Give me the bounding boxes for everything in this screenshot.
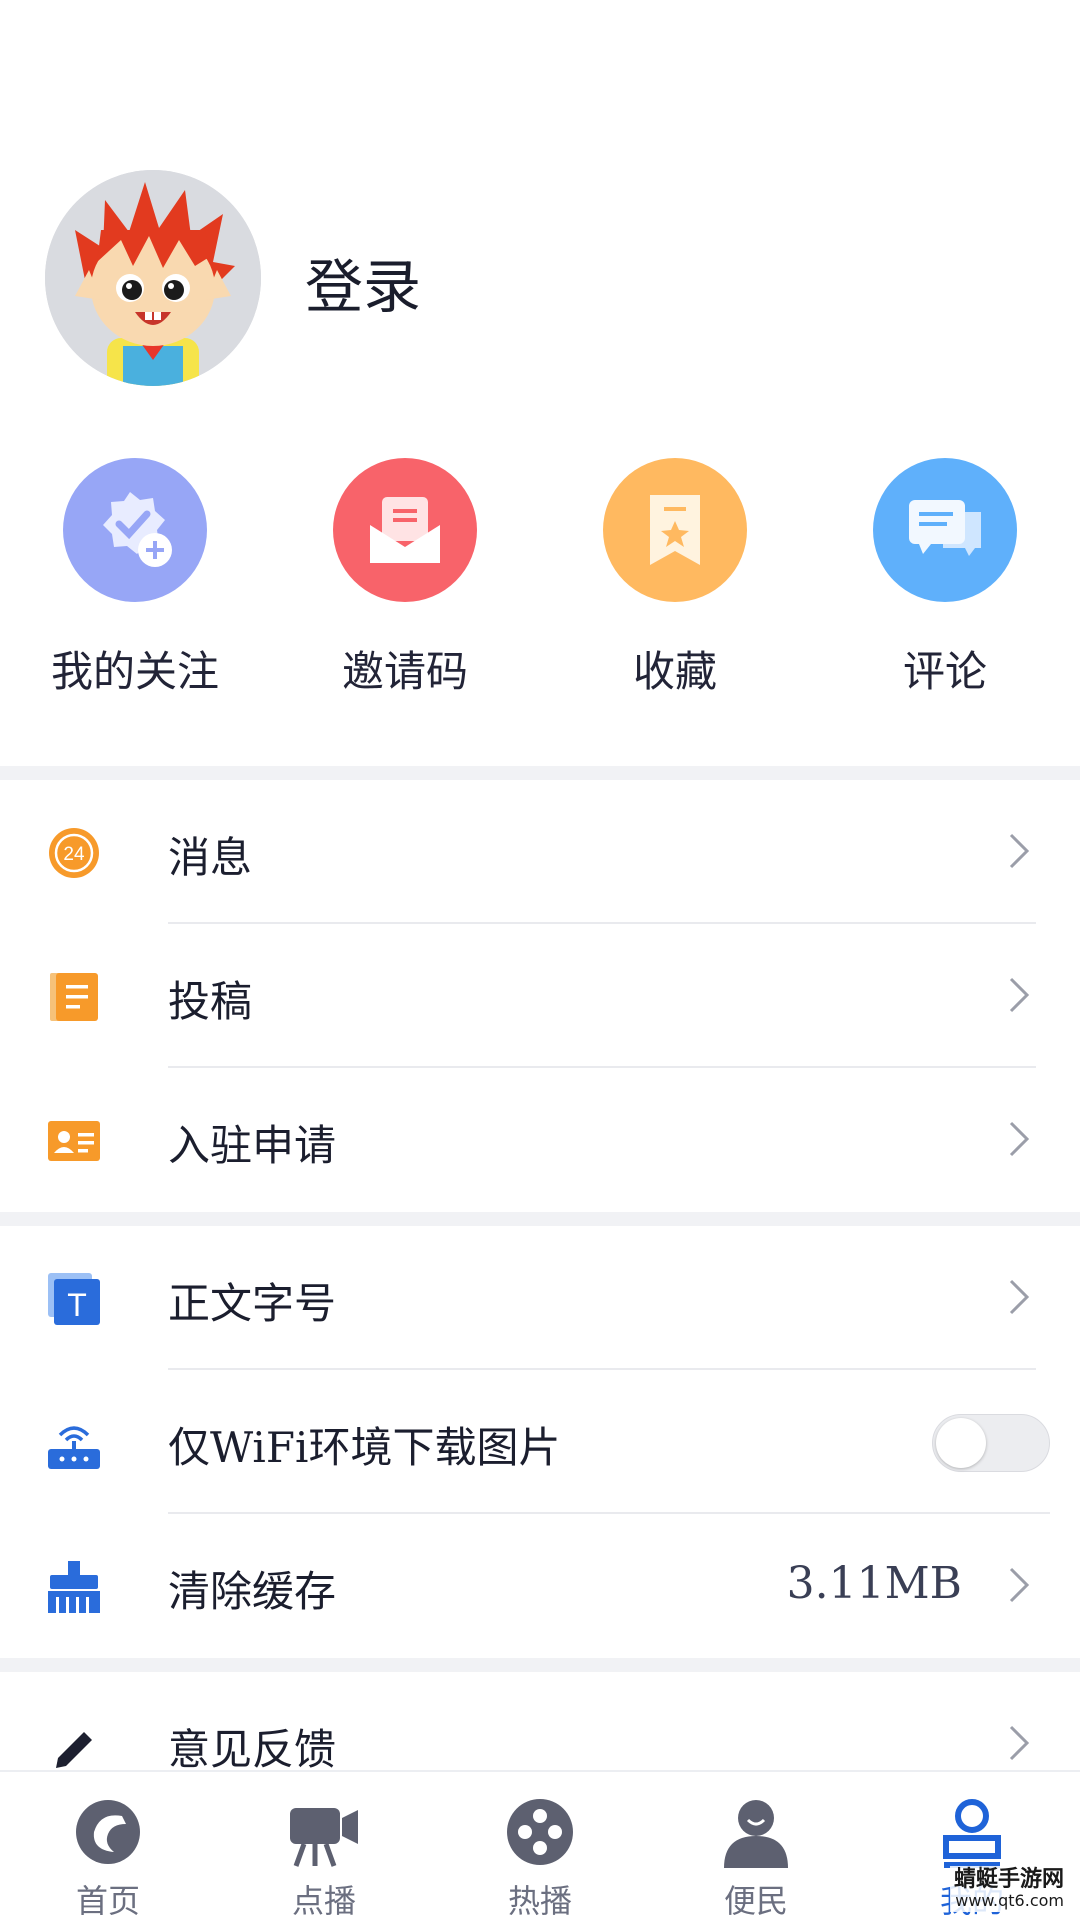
user-profile-icon (943, 1799, 1001, 1868)
cache-size-value: 3.11MB (786, 1558, 962, 1609)
menu-item-font-size[interactable]: T 正文字号 (0, 1226, 1080, 1370)
chevron-right-icon (1009, 1725, 1030, 1761)
home-logo-icon (76, 1800, 140, 1864)
site-watermark: 蜻蜓手游网 www.qt6.com (949, 1866, 1068, 1912)
tab-vod[interactable]: 点播 (216, 1772, 432, 1922)
menu-item-wifi-images: 仅WiFi环境下载图片 (0, 1370, 1080, 1514)
pencil-icon (50, 1732, 98, 1772)
quick-action-favorites[interactable]: 收藏 (550, 458, 800, 699)
mascot-avatar-icon (45, 170, 261, 386)
tab-label: 便民 (723, 1882, 788, 1920)
router-icon (48, 1426, 100, 1469)
menu-item-submit[interactable]: 投稿 (0, 924, 1080, 1068)
section-separator (0, 1212, 1080, 1226)
quick-action-invite-code[interactable]: 邀请码 (280, 458, 530, 699)
menu-item-messages[interactable]: 24 消息 (0, 780, 1080, 924)
follow-badge-icon (63, 458, 207, 602)
notebook-icon (50, 973, 98, 1021)
chat-bubbles-icon (873, 458, 1017, 602)
quick-action-following[interactable]: 我的关注 (10, 458, 260, 699)
tab-hot[interactable]: 热播 (432, 1772, 648, 1922)
chevron-right-icon (1009, 1279, 1030, 1315)
watermark-url: www.qt6.com (955, 1891, 1064, 1911)
video-camera-icon (290, 1808, 358, 1867)
text-size-glyph: T (67, 1287, 87, 1323)
tab-label: 首页 (75, 1882, 140, 1920)
menu-item-label: 入驻申请 (168, 1121, 337, 1170)
chevron-right-icon (1009, 1121, 1030, 1157)
quick-action-label: 评论 (902, 647, 987, 696)
tab-home[interactable]: 首页 (0, 1772, 216, 1922)
chevron-right-icon (1009, 833, 1030, 869)
menu-item-feedback[interactable]: 意见反馈 (0, 1672, 1080, 1774)
menu-item-label: 消息 (168, 833, 253, 882)
id-card-icon (48, 1121, 100, 1161)
24h-clock-icon: 24 (49, 828, 99, 878)
quick-action-label: 邀请码 (341, 647, 468, 696)
tab-label: 热播 (507, 1882, 572, 1920)
bottom-tab-bar: 首页 点播 热播 便民 我的 (0, 1770, 1080, 1922)
avatar[interactable] (45, 170, 261, 386)
menu-item-label: 清除缓存 (168, 1567, 337, 1616)
watermark-title: 蜻蜓手游网 (953, 1867, 1064, 1893)
menu-item-label: 正文字号 (168, 1279, 337, 1328)
toggle-knob (936, 1418, 986, 1468)
bookmark-star-icon (603, 458, 747, 602)
quick-action-comments[interactable]: 评论 (820, 458, 1070, 699)
film-reel-icon (507, 1799, 573, 1865)
section-separator (0, 766, 1080, 780)
person-icon (724, 1800, 788, 1868)
broom-icon (48, 1561, 100, 1613)
quick-action-label: 收藏 (632, 647, 717, 696)
tab-services[interactable]: 便民 (648, 1772, 864, 1922)
text-size-icon: T (48, 1273, 100, 1325)
chevron-right-icon (1009, 977, 1030, 1013)
menu-item-clear-cache[interactable]: 清除缓存 3.11MB (0, 1514, 1080, 1658)
menu-item-settle-apply[interactable]: 入驻申请 (0, 1068, 1080, 1212)
section-separator (0, 1658, 1080, 1672)
login-link[interactable]: 登录 (305, 240, 421, 324)
menu-item-label: 意见反馈 (168, 1725, 337, 1774)
quick-action-label: 我的关注 (50, 647, 219, 696)
clock-badge-text: 24 (63, 844, 85, 865)
menu-item-label: 投稿 (168, 977, 253, 1026)
envelope-icon (333, 458, 477, 602)
wifi-only-toggle[interactable] (932, 1414, 1050, 1472)
menu-item-label: 仅WiFi环境下载图片 (168, 1423, 561, 1472)
chevron-right-icon (1009, 1567, 1030, 1603)
tab-label: 点播 (291, 1882, 356, 1920)
